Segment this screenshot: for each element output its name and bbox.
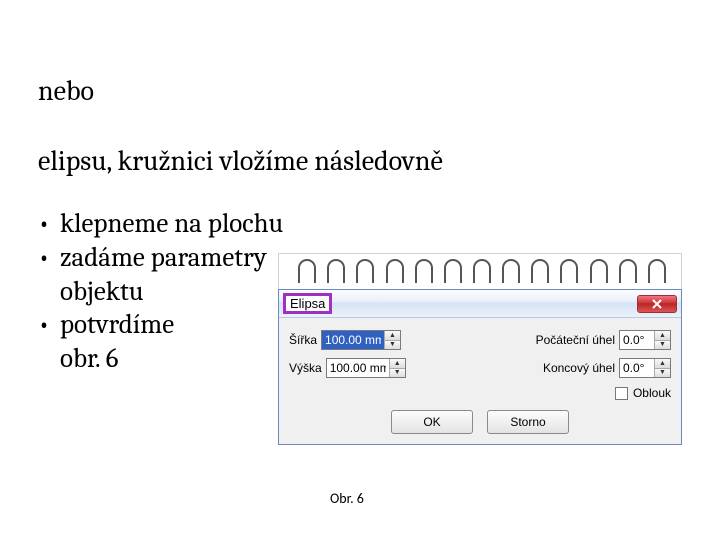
bullet-1: klepneme na plochu (60, 207, 283, 241)
dialog-title: Elipsa (283, 293, 332, 314)
width-label: Šířka (289, 333, 317, 347)
height-input[interactable] (327, 359, 389, 377)
spin-up-icon[interactable]: ▲ (655, 331, 670, 341)
spin-up-icon[interactable]: ▲ (385, 331, 400, 341)
start-angle-label: Počáteční úhel (536, 333, 615, 347)
dialog-titlebar[interactable]: Elipsa (279, 290, 681, 318)
end-angle-label: Koncový úhel (543, 361, 615, 375)
bullet-3: potvrdíme (60, 308, 174, 342)
bullet-icon: • (38, 308, 60, 342)
dialog-elipsa: Elipsa Šířka ▲ ▼ (278, 253, 682, 445)
end-angle-spinner[interactable]: ▲ ▼ (654, 359, 670, 377)
figure-caption: Obr. 6 (330, 490, 364, 507)
spin-down-icon[interactable]: ▼ (385, 341, 400, 350)
end-angle-input[interactable] (620, 359, 654, 377)
ok-button[interactable]: OK (391, 410, 473, 434)
start-angle-field[interactable]: ▲ ▼ (619, 330, 671, 350)
width-field[interactable]: ▲ ▼ (321, 330, 401, 350)
spin-down-icon[interactable]: ▼ (390, 369, 405, 378)
text-nebo: nebo (38, 75, 682, 107)
spin-down-icon[interactable]: ▼ (655, 369, 670, 378)
text-intro: elipsu, kružnici vložíme následovně (38, 145, 682, 177)
spin-down-icon[interactable]: ▼ (655, 341, 670, 350)
bullet-icon: • (38, 207, 60, 241)
cancel-button[interactable]: Storno (487, 410, 569, 434)
spin-up-icon[interactable]: ▲ (390, 359, 405, 369)
arc-label: Oblouk (633, 386, 671, 400)
arc-checkbox[interactable] (615, 387, 628, 400)
height-spinner[interactable]: ▲ ▼ (389, 359, 405, 377)
notebook-binding (278, 253, 682, 289)
height-field[interactable]: ▲ ▼ (326, 358, 406, 378)
height-label: Výška (289, 361, 322, 375)
close-button[interactable] (637, 295, 677, 313)
bullet-icon: • (38, 241, 60, 275)
bullet-2: zadáme parametry (60, 241, 267, 275)
end-angle-field[interactable]: ▲ ▼ (619, 358, 671, 378)
width-spinner[interactable]: ▲ ▼ (384, 331, 400, 349)
close-icon (652, 299, 662, 309)
spin-up-icon[interactable]: ▲ (655, 359, 670, 369)
width-input[interactable] (322, 331, 384, 349)
start-angle-input[interactable] (620, 331, 654, 349)
start-angle-spinner[interactable]: ▲ ▼ (654, 331, 670, 349)
